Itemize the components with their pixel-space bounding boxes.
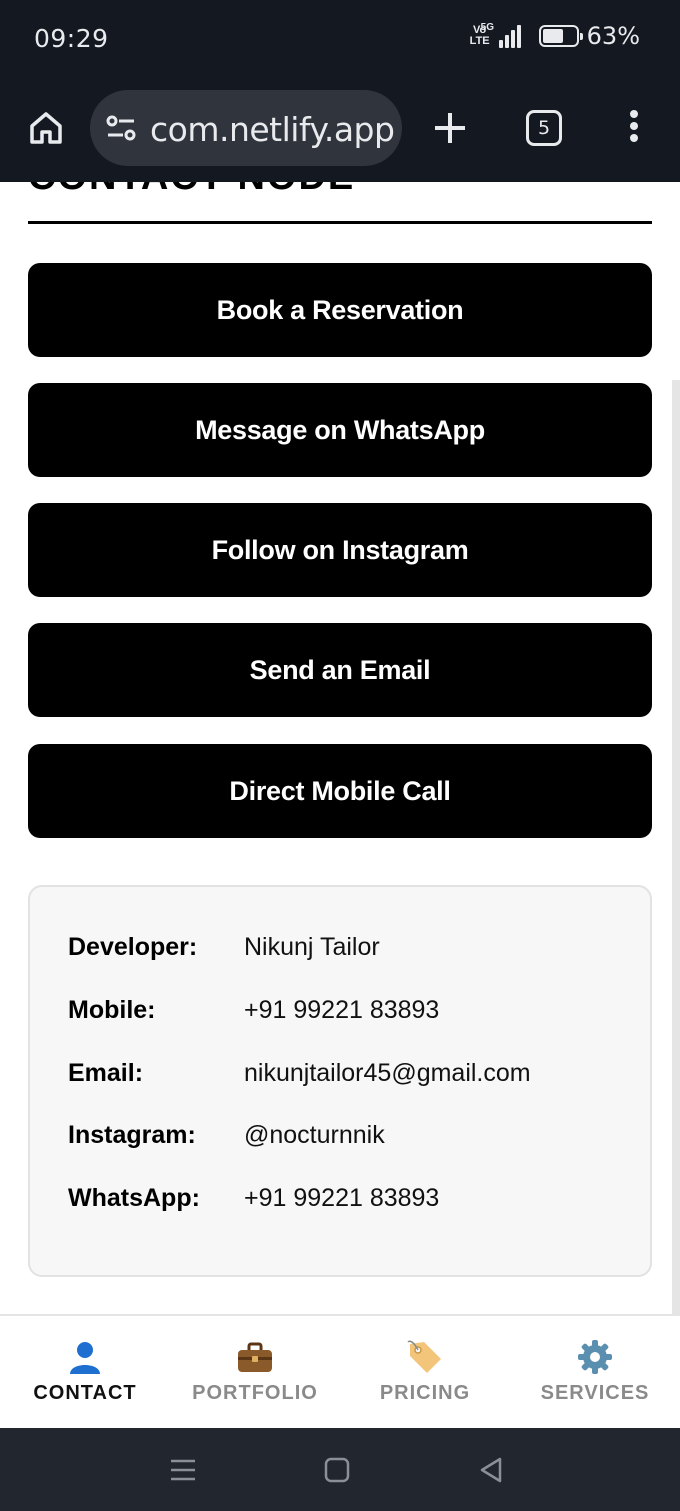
site-settings-icon[interactable] (104, 112, 138, 144)
home-button-icon[interactable] (322, 1456, 352, 1484)
status-bar: 09:29 Vo LTE 5G 63% (0, 0, 680, 82)
home-icon[interactable] (26, 108, 66, 148)
gear-icon (576, 1338, 614, 1376)
plus-icon[interactable] (430, 108, 470, 148)
info-row-email: Email: nikunjtailor45@gmail.com (68, 1059, 531, 1088)
info-label: Instagram: (68, 1121, 196, 1149)
nav-label: CONTACT (33, 1382, 137, 1404)
nav-label: SERVICES (540, 1382, 650, 1404)
nav-label: PORTFOLIO (192, 1382, 318, 1404)
info-row-instagram: Instagram: @nocturnnik (68, 1121, 385, 1150)
more-vert-icon[interactable] (622, 110, 646, 146)
tag-icon (406, 1338, 444, 1376)
info-value: nikunjtailor45@gmail.com (244, 1059, 531, 1087)
recents-icon[interactable] (168, 1456, 198, 1484)
page-content: CONTACT NODE Book a Reservation Message … (0, 182, 680, 1314)
battery-fill (542, 29, 563, 43)
nav-portfolio[interactable]: PORTFOLIO (170, 1316, 340, 1430)
briefcase-icon (236, 1338, 274, 1376)
network-type: 5G (480, 22, 494, 33)
info-label: Developer: (68, 933, 198, 961)
info-value: Nikunj Tailor (244, 933, 380, 961)
info-label: WhatsApp: (68, 1184, 200, 1212)
info-value: @nocturnnik (244, 1121, 385, 1149)
person-icon (66, 1338, 104, 1376)
nav-label: PRICING (379, 1382, 471, 1404)
tab-switcher-icon[interactable]: 5 (526, 110, 562, 146)
page-scrollbar[interactable] (672, 380, 680, 1314)
back-icon[interactable] (476, 1456, 506, 1484)
info-label: Mobile: (68, 996, 156, 1024)
bottom-nav: CONTACT PORTFOLIO PRICING SERVICES (0, 1314, 680, 1428)
status-time: 09:29 (34, 24, 109, 53)
nav-contact[interactable]: CONTACT (0, 1316, 170, 1430)
book-reservation-button[interactable]: Book a Reservation (28, 263, 652, 357)
nav-pricing[interactable]: PRICING (340, 1316, 510, 1430)
browser-toolbar: com.netlify.app 5 (0, 82, 680, 182)
contact-info-card: Developer: Nikunj Tailor Mobile: +91 992… (28, 885, 652, 1277)
info-value: +91 99221 83893 (244, 996, 440, 1024)
nav-services[interactable]: SERVICES (510, 1316, 680, 1430)
status-icons: Vo LTE 5G 63% (469, 22, 640, 50)
battery-icon (538, 25, 583, 47)
instagram-follow-button[interactable]: Follow on Instagram (28, 503, 652, 597)
whatsapp-message-button[interactable]: Message on WhatsApp (28, 383, 652, 477)
title-divider (28, 221, 652, 224)
info-row-whatsapp: WhatsApp: +91 99221 83893 (68, 1184, 439, 1213)
info-row-mobile: Mobile: +91 99221 83893 (68, 996, 439, 1025)
info-value: +91 99221 83893 (244, 1184, 440, 1212)
info-row-developer: Developer: Nikunj Tailor (68, 933, 380, 962)
section-title: CONTACT NODE (28, 182, 355, 199)
signal-icon: 5G (481, 22, 521, 48)
info-label: Email: (68, 1059, 144, 1087)
url-text[interactable]: com.netlify.app (150, 110, 395, 149)
send-email-button[interactable]: Send an Email (28, 623, 652, 717)
battery-percent: 63% (586, 22, 640, 50)
address-bar[interactable]: com.netlify.app (90, 90, 402, 166)
system-nav-bar (0, 1428, 680, 1511)
mobile-call-button[interactable]: Direct Mobile Call (28, 744, 652, 838)
